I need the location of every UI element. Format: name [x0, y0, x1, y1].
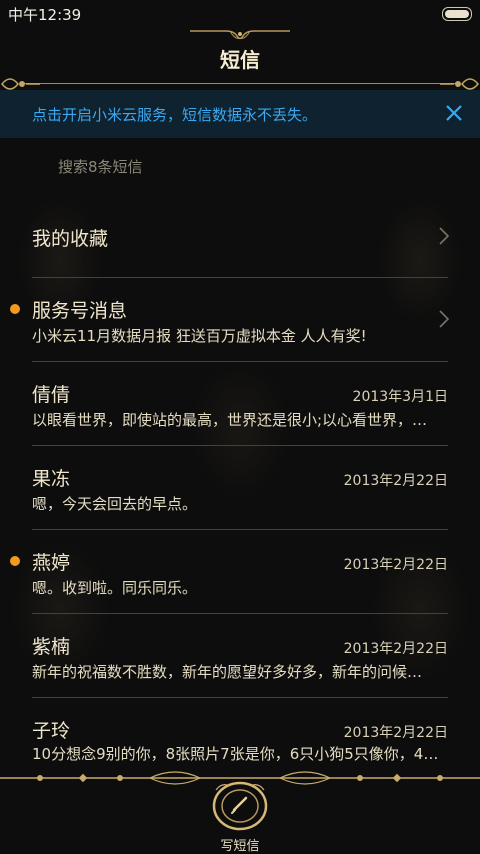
message-preview: 嗯。收到啦。同乐同乐。: [32, 579, 198, 597]
message-date: 2013年2月22日: [343, 725, 448, 741]
title-divider: [20, 83, 460, 84]
unread-dot: [10, 556, 20, 566]
service-messages-row[interactable]: 服务号消息 小米云11月数据月报 狂送百万虚拟本金 人人有奖!: [0, 278, 480, 362]
chevron-right-icon: [439, 310, 450, 328]
contact-name: 倩倩: [32, 384, 71, 406]
favorites-label: 我的收藏: [32, 228, 109, 250]
battery-icon: [442, 7, 472, 21]
contact-name: 子玲: [32, 720, 71, 742]
service-preview: 小米云11月数据月报 狂送百万虚拟本金 人人有奖!: [32, 327, 367, 345]
chevron-right-icon: [439, 227, 450, 245]
compose-button[interactable]: [210, 780, 270, 834]
status-time: 中午12:39: [8, 6, 82, 24]
close-icon[interactable]: [442, 101, 466, 125]
conversation-row[interactable]: 倩倩 2013年3月1日 以眼看世界，即使站的最高，世界还是很小;以心看世界，…: [0, 362, 480, 446]
compose-label[interactable]: 写短信: [0, 835, 480, 854]
message-date: 2013年2月22日: [343, 557, 448, 573]
banner-text[interactable]: 点击开启小米云服务，短信数据永不丢失。: [32, 104, 317, 125]
status-bar: 中午12:39: [0, 0, 480, 28]
contact-name: 紫楠: [32, 636, 71, 658]
conversation-row[interactable]: 燕婷 2013年2月22日 嗯。收到啦。同乐同乐。: [0, 530, 480, 614]
favorites-row[interactable]: 我的收藏: [0, 194, 480, 278]
conversation-row[interactable]: 紫楠 2013年2月22日 新年的祝福数不胜数，新年的愿望好多好多，新年的问候…: [0, 614, 480, 698]
title-ornament-icon: [190, 30, 290, 40]
bottom-bar: 写短信: [0, 760, 480, 854]
message-date: 2013年2月22日: [343, 641, 448, 657]
message-preview: 嗯，今天会回去的早点。: [32, 495, 198, 513]
service-name: 服务号消息: [32, 300, 128, 322]
title-bar: 短信: [0, 28, 480, 90]
unread-dot: [10, 304, 20, 314]
conversation-row[interactable]: 果冻 2013年2月22日 嗯，今天会回去的早点。: [0, 446, 480, 530]
message-date: 2013年2月22日: [343, 473, 448, 489]
message-preview: 新年的祝福数不胜数，新年的愿望好多好多，新年的问候…: [32, 663, 423, 681]
message-date: 2013年3月1日: [352, 389, 448, 405]
page-title: 短信: [220, 48, 260, 72]
contact-name: 燕婷: [32, 552, 71, 574]
search-input[interactable]: 搜索8条短信: [58, 156, 143, 177]
contact-name: 果冻: [32, 468, 71, 490]
message-preview: 以眼看世界，即使站的最高，世界还是很小;以心看世界，…: [32, 411, 428, 429]
cloud-service-banner[interactable]: 点击开启小米云服务，短信数据永不丢失。: [0, 90, 480, 138]
